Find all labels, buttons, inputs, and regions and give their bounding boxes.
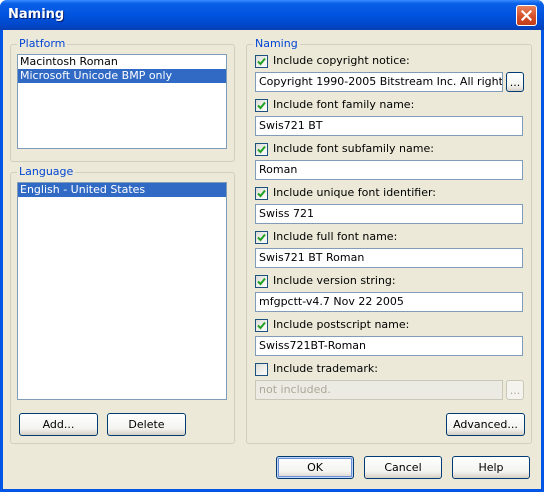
close-button[interactable] (516, 5, 537, 26)
checkmark-icon (257, 321, 266, 329)
version-label: Include version string: (273, 274, 396, 287)
ok-button-label: OK (307, 461, 323, 474)
checkmark-icon (257, 101, 266, 109)
subfamily-label: Include font subfamily name: (273, 142, 434, 155)
trademark-label: Include trademark: (273, 362, 378, 375)
close-icon (521, 10, 532, 21)
unique-id-checkbox-row[interactable]: Include unique font identifier: (255, 186, 436, 200)
checkmark-icon (257, 277, 266, 285)
naming-group: Naming Include copyright notice: Copyrig… (246, 37, 532, 444)
language-group-label: Language (17, 165, 76, 179)
trademark-checkbox-row[interactable]: Include trademark: (255, 362, 378, 376)
copyright-checkbox-row[interactable]: Include copyright notice: (255, 54, 410, 68)
help-button[interactable]: Help (452, 456, 530, 479)
language-group: Language English - United States Add... … (10, 165, 235, 444)
copyright-label: Include copyright notice: (273, 54, 410, 67)
cancel-button[interactable]: Cancel (364, 456, 442, 479)
postscript-label: Include postscript name: (273, 318, 410, 331)
full-name-checkbox-row[interactable]: Include full font name: (255, 230, 397, 244)
family-checkbox-row[interactable]: Include font family name: (255, 98, 414, 112)
trademark-field: not included. (255, 380, 503, 400)
platform-item-macintosh-roman[interactable]: Macintosh Roman (18, 55, 226, 69)
unique-id-label: Include unique font identifier: (273, 186, 437, 199)
unique-id-checkbox[interactable] (255, 186, 268, 200)
version-checkbox[interactable] (255, 274, 268, 288)
add-button-label: Add... (42, 418, 75, 431)
title-bar[interactable]: Naming (0, 0, 544, 30)
naming-dialog: Naming Platform Macintosh Roman Microsof… (0, 0, 544, 492)
subfamily-name-field[interactable]: Roman (255, 160, 523, 180)
cancel-button-label: Cancel (384, 461, 422, 474)
checkmark-icon (257, 145, 266, 153)
checkmark-icon (257, 189, 266, 197)
platform-group: Platform Macintosh Roman Microsoft Unico… (10, 37, 235, 162)
subfamily-checkbox[interactable] (255, 142, 268, 156)
dialog-body: Platform Macintosh Roman Microsoft Unico… (3, 30, 541, 489)
family-checkbox[interactable] (255, 98, 268, 112)
subfamily-checkbox-row[interactable]: Include font subfamily name: (255, 142, 434, 156)
family-name-field[interactable]: Swis721 BT (255, 116, 523, 136)
full-name-checkbox[interactable] (255, 230, 268, 244)
ok-button[interactable]: OK (276, 456, 354, 479)
family-label: Include font family name: (273, 98, 415, 111)
window-title: Naming (8, 7, 65, 22)
advanced-button[interactable]: Advanced... (446, 413, 525, 436)
copyright-checkbox[interactable] (255, 54, 268, 68)
platform-list[interactable]: Macintosh Roman Microsoft Unicode BMP on… (17, 54, 227, 149)
full-name-field[interactable]: Swis721 BT Roman (255, 248, 523, 268)
advanced-button-label: Advanced... (453, 418, 518, 431)
delete-button-label: Delete (128, 418, 165, 431)
checkmark-icon (257, 233, 266, 241)
unique-id-field[interactable]: Swiss 721 (255, 204, 523, 224)
language-item-english-us[interactable]: English - United States (18, 183, 226, 197)
trademark-browse-button: ... (506, 380, 524, 400)
add-language-button[interactable]: Add... (19, 413, 98, 436)
postscript-checkbox[interactable] (255, 318, 268, 332)
trademark-browse-label: ... (509, 383, 521, 397)
help-button-label: Help (478, 461, 504, 474)
platform-group-label: Platform (17, 37, 68, 51)
postscript-name-field[interactable]: Swiss721BT-Roman (255, 336, 523, 356)
copyright-browse-label: ... (509, 75, 521, 89)
full-name-label: Include full font name: (273, 230, 398, 243)
copyright-field[interactable]: Copyright 1990-2005 Bitstream Inc. All r… (255, 72, 503, 92)
platform-item-microsoft-unicode-bmp[interactable]: Microsoft Unicode BMP only (18, 69, 226, 83)
checkmark-icon (257, 57, 266, 65)
postscript-checkbox-row[interactable]: Include postscript name: (255, 318, 409, 332)
naming-group-label: Naming (253, 37, 300, 51)
copyright-browse-button[interactable]: ... (506, 72, 524, 92)
language-list[interactable]: English - United States (17, 182, 227, 400)
delete-language-button[interactable]: Delete (107, 413, 186, 436)
version-checkbox-row[interactable]: Include version string: (255, 274, 396, 288)
version-field[interactable]: mfgpctt-v4.7 Nov 22 2005 (255, 292, 523, 312)
trademark-checkbox[interactable] (255, 362, 268, 376)
